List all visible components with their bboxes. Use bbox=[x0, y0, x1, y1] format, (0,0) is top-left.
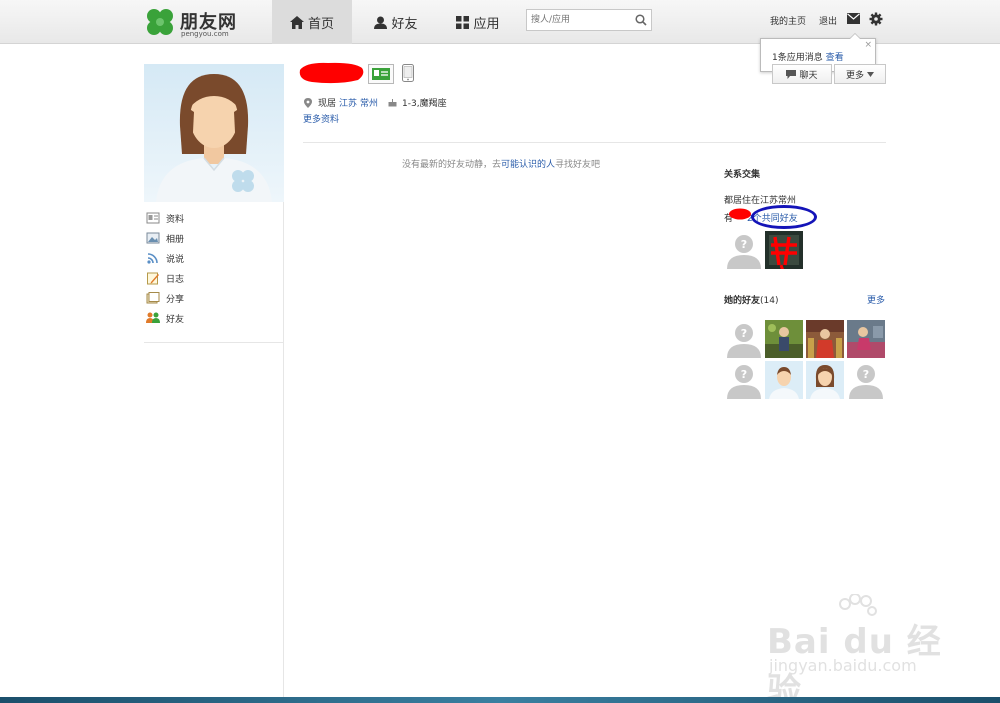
empty-feed-suffix: 寻找好友吧 bbox=[555, 160, 601, 170]
friend-avatar[interactable] bbox=[765, 320, 803, 358]
logout-link[interactable]: 退出 bbox=[819, 14, 837, 27]
province-link[interactable]: 江苏 bbox=[339, 96, 357, 109]
apps-icon bbox=[456, 15, 470, 29]
notification-text: 1条应用消息 查看 bbox=[772, 50, 844, 63]
more-info-link[interactable]: 更多资料 bbox=[303, 112, 339, 125]
sidebar-item-album[interactable]: 相册 bbox=[144, 230, 284, 246]
notification-message: 1条应用消息 bbox=[772, 53, 823, 63]
friend-avatar[interactable]: ? bbox=[847, 361, 885, 399]
friend-avatar[interactable] bbox=[765, 361, 803, 399]
logo-domain: pengyou.com bbox=[181, 30, 229, 38]
empty-feed-message: 没有最新的好友动静，去可能认识的人寻找好友吧 bbox=[402, 157, 600, 170]
profile-card-icon bbox=[146, 212, 160, 224]
friend-avatar[interactable]: ? bbox=[725, 320, 763, 358]
city-link[interactable]: 常州 bbox=[360, 96, 378, 109]
sidebar-item-label: 好友 bbox=[166, 314, 185, 325]
birthday: 1-3,魔羯座 bbox=[402, 99, 447, 109]
nav-home[interactable]: 首页 bbox=[272, 0, 352, 44]
nav-apps[interactable]: 应用 bbox=[438, 0, 518, 44]
popup-arrow bbox=[849, 33, 861, 39]
nav-home-label: 首页 bbox=[307, 16, 334, 32]
svg-text:?: ? bbox=[741, 368, 747, 381]
gear-icon[interactable] bbox=[869, 12, 883, 26]
watermark-url: jingyan.baidu.com bbox=[769, 656, 917, 675]
location-label: 现居 bbox=[318, 99, 337, 109]
person-icon bbox=[374, 16, 388, 29]
more-button-label: 更多 bbox=[845, 70, 864, 81]
sidebar-item-profile[interactable]: 资料 bbox=[144, 210, 284, 226]
location-row: 现居 江苏 常州 1-3,魔羯座 bbox=[304, 96, 450, 109]
location-pin-icon bbox=[304, 97, 312, 108]
sidebar-item-label: 资料 bbox=[166, 214, 185, 225]
nav-friends-label: 好友 bbox=[391, 16, 418, 32]
chat-icon bbox=[786, 69, 797, 79]
mail-icon[interactable] bbox=[847, 13, 860, 24]
sidebar: 资料 相册 说说 日志 分享 好友 bbox=[144, 64, 284, 697]
friends-more-link[interactable]: 更多 bbox=[867, 293, 885, 306]
logo[interactable]: 朋友网 pengyou.com bbox=[144, 6, 244, 38]
friend-avatar[interactable] bbox=[847, 320, 885, 358]
baidu-watermark: Bai du 经验 jingyan.baidu.com bbox=[765, 594, 955, 703]
my-home-link[interactable]: 我的主页 bbox=[770, 14, 806, 27]
sidebar-item-label: 说说 bbox=[166, 254, 185, 265]
sidebar-item-share[interactable]: 分享 bbox=[144, 290, 284, 306]
more-dropdown-button[interactable]: 更多 bbox=[834, 64, 886, 84]
empty-feed-prefix: 没有最新的好友动静，去 bbox=[402, 160, 502, 170]
taskbar-strip bbox=[0, 697, 1000, 703]
sidebar-divider bbox=[144, 342, 284, 343]
friend-avatar[interactable] bbox=[806, 361, 844, 399]
clover-logo-icon bbox=[147, 9, 173, 35]
friends-section-title: 她的好友(14) bbox=[724, 293, 779, 306]
sidebar-item-label: 日志 bbox=[166, 274, 185, 285]
birthday-cake-icon bbox=[388, 99, 397, 107]
friend-avatar[interactable] bbox=[806, 320, 844, 358]
sidebar-item-label: 相册 bbox=[166, 234, 185, 245]
svg-text:?: ? bbox=[863, 368, 869, 381]
redacted-name-mark bbox=[299, 62, 364, 84]
friends-count: (14) bbox=[760, 296, 779, 306]
sidebar-item-diary[interactable]: 日志 bbox=[144, 270, 284, 286]
chat-button[interactable]: 聊天 bbox=[772, 64, 832, 84]
chat-button-label: 聊天 bbox=[799, 70, 818, 81]
search-icon[interactable] bbox=[635, 14, 647, 26]
common-friend-avatar[interactable] bbox=[765, 231, 803, 269]
photo-album-icon bbox=[146, 232, 160, 244]
relations-title: 关系交集 bbox=[724, 170, 761, 180]
sidebar-item-status[interactable]: 说说 bbox=[144, 250, 284, 266]
rss-icon bbox=[147, 253, 158, 264]
share-icon bbox=[146, 292, 160, 304]
nav-friends[interactable]: 好友 bbox=[356, 0, 436, 44]
sidebar-item-friends[interactable]: 好友 bbox=[144, 310, 284, 326]
id-card-icon[interactable] bbox=[368, 64, 394, 84]
sidebar-item-label: 分享 bbox=[166, 294, 185, 305]
svg-text:?: ? bbox=[741, 238, 747, 251]
annotation-ellipse bbox=[751, 205, 817, 229]
home-icon bbox=[289, 15, 304, 29]
friends-title-label: 她的好友 bbox=[724, 296, 761, 306]
main-divider bbox=[303, 142, 886, 143]
avatar[interactable] bbox=[144, 64, 284, 202]
chevron-down-icon bbox=[867, 71, 874, 77]
friend-avatar[interactable]: ? bbox=[725, 361, 763, 399]
friends-icon bbox=[146, 312, 160, 323]
phone-icon[interactable] bbox=[402, 64, 414, 82]
common-friend-avatar[interactable]: ? bbox=[725, 231, 763, 269]
people-you-may-know-link[interactable]: 可能认识的人 bbox=[501, 160, 555, 170]
nav-apps-label: 应用 bbox=[473, 16, 500, 32]
search-input[interactable] bbox=[531, 13, 631, 27]
svg-text:?: ? bbox=[741, 327, 747, 340]
notification-view-link[interactable]: 查看 bbox=[826, 53, 844, 63]
redaction-mark bbox=[729, 208, 751, 220]
diary-icon bbox=[147, 272, 159, 285]
search-box bbox=[526, 9, 652, 31]
close-icon[interactable]: × bbox=[864, 40, 872, 50]
